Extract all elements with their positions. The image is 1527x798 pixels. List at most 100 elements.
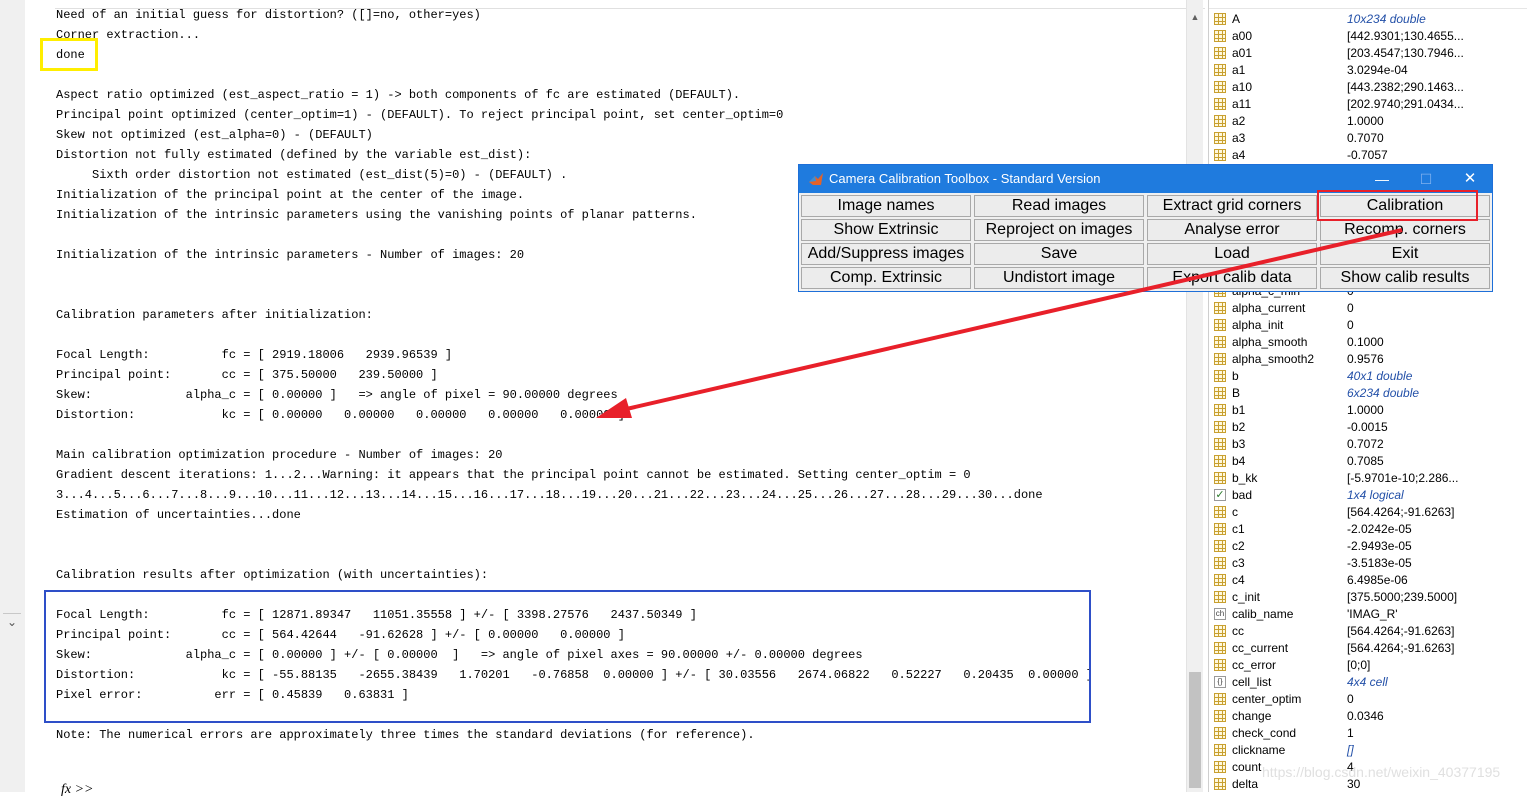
workspace-variable-value: 0.0346 xyxy=(1347,709,1384,723)
workspace-variable-value[interactable]: 40x1 double xyxy=(1347,368,1412,385)
analyse-error-button[interactable]: Analyse error xyxy=(1147,219,1317,241)
extract-grid-corners-button[interactable]: Extract grid corners xyxy=(1147,195,1317,217)
workspace-variable-value: -0.0015 xyxy=(1347,420,1388,434)
show-extrinsic-button[interactable]: Show Extrinsic xyxy=(801,219,971,241)
workspace-variable-row[interactable]: a4 -0.7057 xyxy=(1209,147,1527,164)
workspace-variable-value: [202.9740;291.0434... xyxy=(1347,97,1464,111)
matrix-icon xyxy=(1214,710,1226,722)
workspace-variable-row[interactable]: b_kk [-5.9701e-10;2.286... xyxy=(1209,470,1527,487)
workspace-variable-row[interactable]: a2 1.0000 xyxy=(1209,113,1527,130)
minimize-icon[interactable]: — xyxy=(1360,165,1404,193)
read-images-button[interactable]: Read images xyxy=(974,195,1144,217)
workspace-variable-value[interactable]: 10x234 double xyxy=(1347,11,1426,28)
workspace-variable-row[interactable]: b3 0.7072 xyxy=(1209,436,1527,453)
done-highlight-box xyxy=(40,38,98,71)
matrix-icon xyxy=(1214,761,1226,773)
comp-extrinsic-button[interactable]: Comp. Extrinsic xyxy=(801,267,971,289)
matrix-icon xyxy=(1214,574,1226,586)
matrix-icon xyxy=(1214,98,1226,110)
left-panel-strip: ⌄ xyxy=(0,0,26,792)
matrix-icon xyxy=(1214,540,1226,552)
workspace-variable-row[interactable]: a3 0.7070 xyxy=(1209,130,1527,147)
save-button[interactable]: Save xyxy=(974,243,1144,265)
workspace-variable-row[interactable]: alpha_smooth 0.1000 xyxy=(1209,334,1527,351)
matrix-icon xyxy=(1214,336,1226,348)
workspace-variable-name: cc_error xyxy=(1232,658,1277,672)
workspace-variable-row[interactable]: c4 6.4985e-06 xyxy=(1209,572,1527,589)
workspace-variable-name: count xyxy=(1232,760,1262,774)
workspace-variable-name: check_cond xyxy=(1232,726,1297,740)
matrix-icon xyxy=(1214,421,1226,433)
matlab-app-icon xyxy=(809,173,823,185)
matrix-icon xyxy=(1214,30,1226,42)
workspace-variable-row[interactable]: a11 [202.9740;291.0434... xyxy=(1209,96,1527,113)
workspace-variable-row[interactable]: cc_current [564.4264;-91.6263] xyxy=(1209,640,1527,657)
workspace-variable-row[interactable]: b1 1.0000 xyxy=(1209,402,1527,419)
workspace-panel[interactable]: A 10x234 double a00 [442.9301;130.4655... a0… xyxy=(1208,0,1527,792)
matrix-icon xyxy=(1214,81,1226,93)
workspace-variable-row[interactable]: alpha_init 0 xyxy=(1209,317,1527,334)
workspace-variable-name: b1 xyxy=(1232,403,1246,417)
workspace-variable-row[interactable]: {} cell_list 4x4 cell xyxy=(1209,674,1527,691)
workspace-variable-row[interactable]: center_optim 0 xyxy=(1209,691,1527,708)
workspace-variable-row[interactable]: check_cond 1 xyxy=(1209,725,1527,742)
workspace-variable-row[interactable]: c2 -2.9493e-05 xyxy=(1209,538,1527,555)
workspace-variable-name: cc_current xyxy=(1232,641,1289,655)
workspace-variable-name: a1 xyxy=(1232,63,1246,77)
workspace-variable-row[interactable]: a00 [442.9301;130.4655... xyxy=(1209,28,1527,45)
workspace-variable-value[interactable]: [] xyxy=(1347,742,1354,759)
workspace-variable-row[interactable]: change 0.0346 xyxy=(1209,708,1527,725)
workspace-variable-row[interactable]: b 40x1 double xyxy=(1209,368,1527,385)
workspace-variable-row[interactable]: ✓ bad 1x4 logical xyxy=(1209,487,1527,504)
undistort-image-button[interactable]: Undistort image xyxy=(974,267,1144,289)
export-calib-data-button[interactable]: Export calib data xyxy=(1147,267,1317,289)
workspace-variable-row[interactable]: a10 [443.2382;290.1463... xyxy=(1209,79,1527,96)
workspace-variable-name: c1 xyxy=(1232,522,1245,536)
exit-button[interactable]: Exit xyxy=(1320,243,1490,265)
workspace-variable-row[interactable]: cc [564.4264;-91.6263] xyxy=(1209,623,1527,640)
workspace-variable-value[interactable]: 4x4 cell xyxy=(1347,674,1388,691)
workspace-variable-row[interactable]: c_init [375.5000;239.5000] xyxy=(1209,589,1527,606)
workspace-variable-value[interactable]: 6x234 double xyxy=(1347,385,1419,402)
workspace-variable-row[interactable]: cc_error [0;0] xyxy=(1209,657,1527,674)
scroll-up-icon[interactable]: ▲ xyxy=(1187,10,1203,24)
workspace-variable-name: A xyxy=(1232,12,1241,26)
workspace-variable-row[interactable]: a01 [203.4547;130.7946... xyxy=(1209,45,1527,62)
workspace-variable-value[interactable]: 1x4 logical xyxy=(1347,487,1404,504)
logical-icon: ✓ xyxy=(1214,489,1226,501)
show-calib-results-button[interactable]: Show calib results xyxy=(1320,267,1490,289)
chevron-down-icon[interactable]: ⌄ xyxy=(3,613,21,630)
maximize-icon[interactable]: ☐ xyxy=(1404,165,1448,193)
calibration-toolbox-window[interactable]: Camera Calibration Toolbox - Standard Ve… xyxy=(798,164,1493,292)
workspace-variable-value: 0 xyxy=(1347,318,1354,332)
workspace-variable-row[interactable]: c3 -3.5183e-05 xyxy=(1209,555,1527,572)
matrix-icon xyxy=(1214,693,1226,705)
workspace-variable-row[interactable]: b2 -0.0015 xyxy=(1209,419,1527,436)
workspace-variable-row[interactable]: c1 -2.0242e-05 xyxy=(1209,521,1527,538)
workspace-variable-row[interactable]: alpha_current 0 xyxy=(1209,300,1527,317)
reproject-on-images-button[interactable]: Reproject on images xyxy=(974,219,1144,241)
scrollbar-thumb[interactable] xyxy=(1189,672,1201,788)
workspace-variable-row[interactable]: A 10x234 double xyxy=(1209,11,1527,28)
command-window-scrollbar[interactable]: ▲ xyxy=(1186,0,1203,792)
toolbox-title-bar[interactable]: Camera Calibration Toolbox - Standard Ve… xyxy=(799,165,1492,193)
add-suppress-images-button[interactable]: Add/Suppress images xyxy=(801,243,971,265)
matrix-icon xyxy=(1214,370,1226,382)
recomp-corners-button[interactable]: Recomp. corners xyxy=(1320,219,1490,241)
workspace-variable-name: c3 xyxy=(1232,556,1245,570)
workspace-variable-row[interactable]: clickname [] xyxy=(1209,742,1527,759)
command-prompt[interactable]: fx >> xyxy=(61,782,94,798)
workspace-variable-row[interactable]: ch calib_name 'IMAG_R' xyxy=(1209,606,1527,623)
workspace-variable-name: b4 xyxy=(1232,454,1246,468)
workspace-variable-name: a10 xyxy=(1232,80,1253,94)
close-icon[interactable]: ✕ xyxy=(1448,165,1492,193)
image-names-button[interactable]: Image names xyxy=(801,195,971,217)
workspace-variable-value: -2.9493e-05 xyxy=(1347,539,1412,553)
load-button[interactable]: Load xyxy=(1147,243,1317,265)
workspace-variable-row[interactable]: alpha_smooth2 0.9576 xyxy=(1209,351,1527,368)
workspace-variable-row[interactable]: c [564.4264;-91.6263] xyxy=(1209,504,1527,521)
workspace-variable-row[interactable]: b4 0.7085 xyxy=(1209,453,1527,470)
workspace-variable-row[interactable]: B 6x234 double xyxy=(1209,385,1527,402)
matrix-icon xyxy=(1214,115,1226,127)
workspace-variable-row[interactable]: a1 3.0294e-04 xyxy=(1209,62,1527,79)
